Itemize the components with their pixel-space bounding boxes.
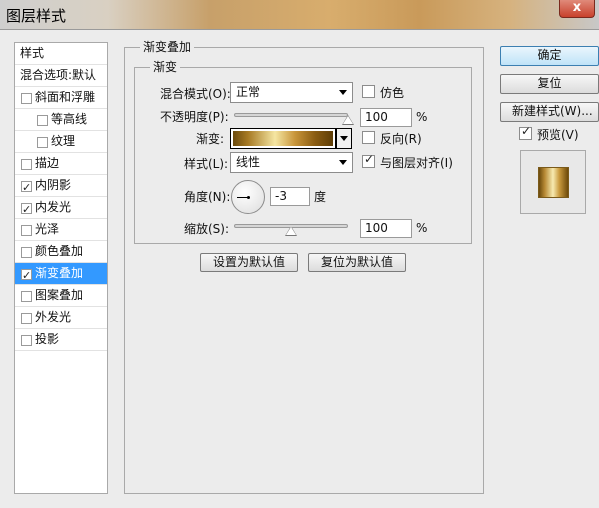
opacity-slider-thumb[interactable]	[342, 115, 354, 125]
style-list-item-label: 等高线	[51, 112, 88, 126]
style-list-item-label: 颜色叠加	[35, 244, 84, 258]
gradient-editor-swatch[interactable]	[230, 128, 336, 149]
style-list-item[interactable]: 外发光	[15, 307, 107, 329]
window-title: 图层样式	[6, 7, 67, 25]
style-list-item[interactable]: 内发光	[15, 197, 107, 220]
style-preview	[520, 150, 586, 214]
style-list-item-label: 外发光	[35, 310, 72, 324]
angle-input[interactable]: -3	[270, 187, 310, 206]
dither-checkbox[interactable]	[362, 85, 375, 98]
style-list-item[interactable]: 颜色叠加	[15, 241, 107, 263]
style-list-item[interactable]: 描边	[15, 153, 107, 175]
style-enable-checkbox[interactable]	[21, 225, 32, 236]
style-list-item[interactable]: 纹理	[15, 131, 107, 153]
style-enable-checkbox[interactable]	[21, 313, 32, 324]
scale-label: 缩放(S):	[184, 222, 230, 236]
opacity-label: 不透明度(P):	[160, 110, 229, 124]
ok-button[interactable]: 确定	[500, 46, 599, 66]
style-list-item[interactable]: 内阴影	[15, 175, 107, 198]
style-enable-checkbox[interactable]	[37, 137, 48, 148]
close-icon: x	[572, 0, 582, 15]
style-preview-swatch	[538, 167, 569, 198]
reverse-checkbox[interactable]	[362, 131, 375, 144]
style-list-item[interactable]: 斜面和浮雕	[15, 87, 107, 109]
preview-label: 预览(V)	[537, 128, 579, 142]
style-list-item-label: 图案叠加	[35, 288, 84, 302]
scale-input[interactable]: 100	[360, 219, 412, 238]
make-default-button[interactable]: 设置为默认值	[200, 253, 298, 272]
gradient-group-title: 渐变	[150, 60, 181, 74]
gradient-label: 渐变:	[196, 132, 225, 146]
style-enable-checkbox[interactable]	[21, 159, 32, 170]
style-enable-checkbox[interactable]	[37, 115, 48, 126]
style-enable-checkbox[interactable]	[21, 177, 32, 198]
angle-label: 角度(N):	[184, 190, 231, 204]
gradient-picker-dropdown[interactable]	[336, 128, 352, 149]
chevron-down-icon	[340, 136, 348, 141]
blend-mode-label: 混合模式(O):	[160, 87, 231, 101]
style-enable-checkbox[interactable]	[21, 247, 32, 258]
style-label: 样式(L):	[184, 157, 229, 171]
align-with-layer-label: 与图层对齐(I)	[380, 156, 453, 170]
scale-unit: %	[416, 221, 428, 235]
style-list-item-label: 纹理	[51, 134, 76, 148]
style-enable-checkbox[interactable]	[21, 93, 32, 104]
gradient-overlay-title: 渐变叠加	[140, 40, 195, 54]
angle-unit: 度	[314, 190, 327, 204]
reset-button[interactable]: 复位	[500, 74, 599, 94]
angle-dial-center	[247, 196, 250, 199]
align-with-layer-checkbox[interactable]	[362, 152, 375, 168]
opacity-input[interactable]: 100	[360, 108, 412, 127]
style-enable-checkbox[interactable]	[21, 265, 32, 286]
close-button[interactable]: x	[559, 0, 595, 18]
style-list-item-label: 内阴影	[35, 178, 72, 192]
style-list-item-label: 渐变叠加	[35, 266, 84, 280]
new-style-button[interactable]: 新建样式(W)...	[500, 102, 599, 122]
style-list-blending-options[interactable]: 混合选项:默认	[15, 65, 107, 87]
style-list-item[interactable]: 图案叠加	[15, 285, 107, 307]
style-list-item[interactable]: 等高线	[15, 109, 107, 131]
title-bar: 图层样式 x	[0, 0, 599, 30]
style-list-item-label: 光泽	[35, 222, 60, 236]
gradient-preview	[233, 131, 333, 146]
chevron-down-icon	[339, 90, 347, 95]
style-list-item[interactable]: 渐变叠加	[15, 263, 107, 286]
style-list-item[interactable]: 投影	[15, 329, 107, 351]
style-list-header-styles[interactable]: 样式	[15, 43, 107, 65]
opacity-unit: %	[416, 110, 428, 124]
chevron-down-icon	[339, 160, 347, 165]
style-enable-checkbox[interactable]	[21, 291, 32, 302]
opacity-slider[interactable]	[234, 113, 348, 117]
style-list-item-label: 斜面和浮雕	[35, 90, 96, 104]
style-enable-checkbox[interactable]	[21, 199, 32, 220]
style-list-item[interactable]: 光泽	[15, 219, 107, 241]
style-list: 样式 混合选项:默认 斜面和浮雕等高线纹理描边内阴影内发光光泽颜色叠加渐变叠加图…	[14, 42, 108, 494]
style-list-item-label: 描边	[35, 156, 60, 170]
style-list-item-label: 内发光	[35, 200, 72, 214]
angle-dial[interactable]	[231, 180, 265, 214]
blend-mode-select[interactable]: 正常	[230, 82, 353, 103]
reverse-label: 反向(R)	[380, 132, 422, 146]
preview-checkbox[interactable]	[519, 124, 532, 140]
dither-label: 仿色	[380, 86, 405, 100]
style-list-item-label: 投影	[35, 332, 60, 346]
scale-slider-thumb[interactable]	[285, 226, 297, 236]
gradient-style-select[interactable]: 线性	[230, 152, 353, 173]
reset-to-default-button[interactable]: 复位为默认值	[308, 253, 406, 272]
style-enable-checkbox[interactable]	[21, 335, 32, 346]
